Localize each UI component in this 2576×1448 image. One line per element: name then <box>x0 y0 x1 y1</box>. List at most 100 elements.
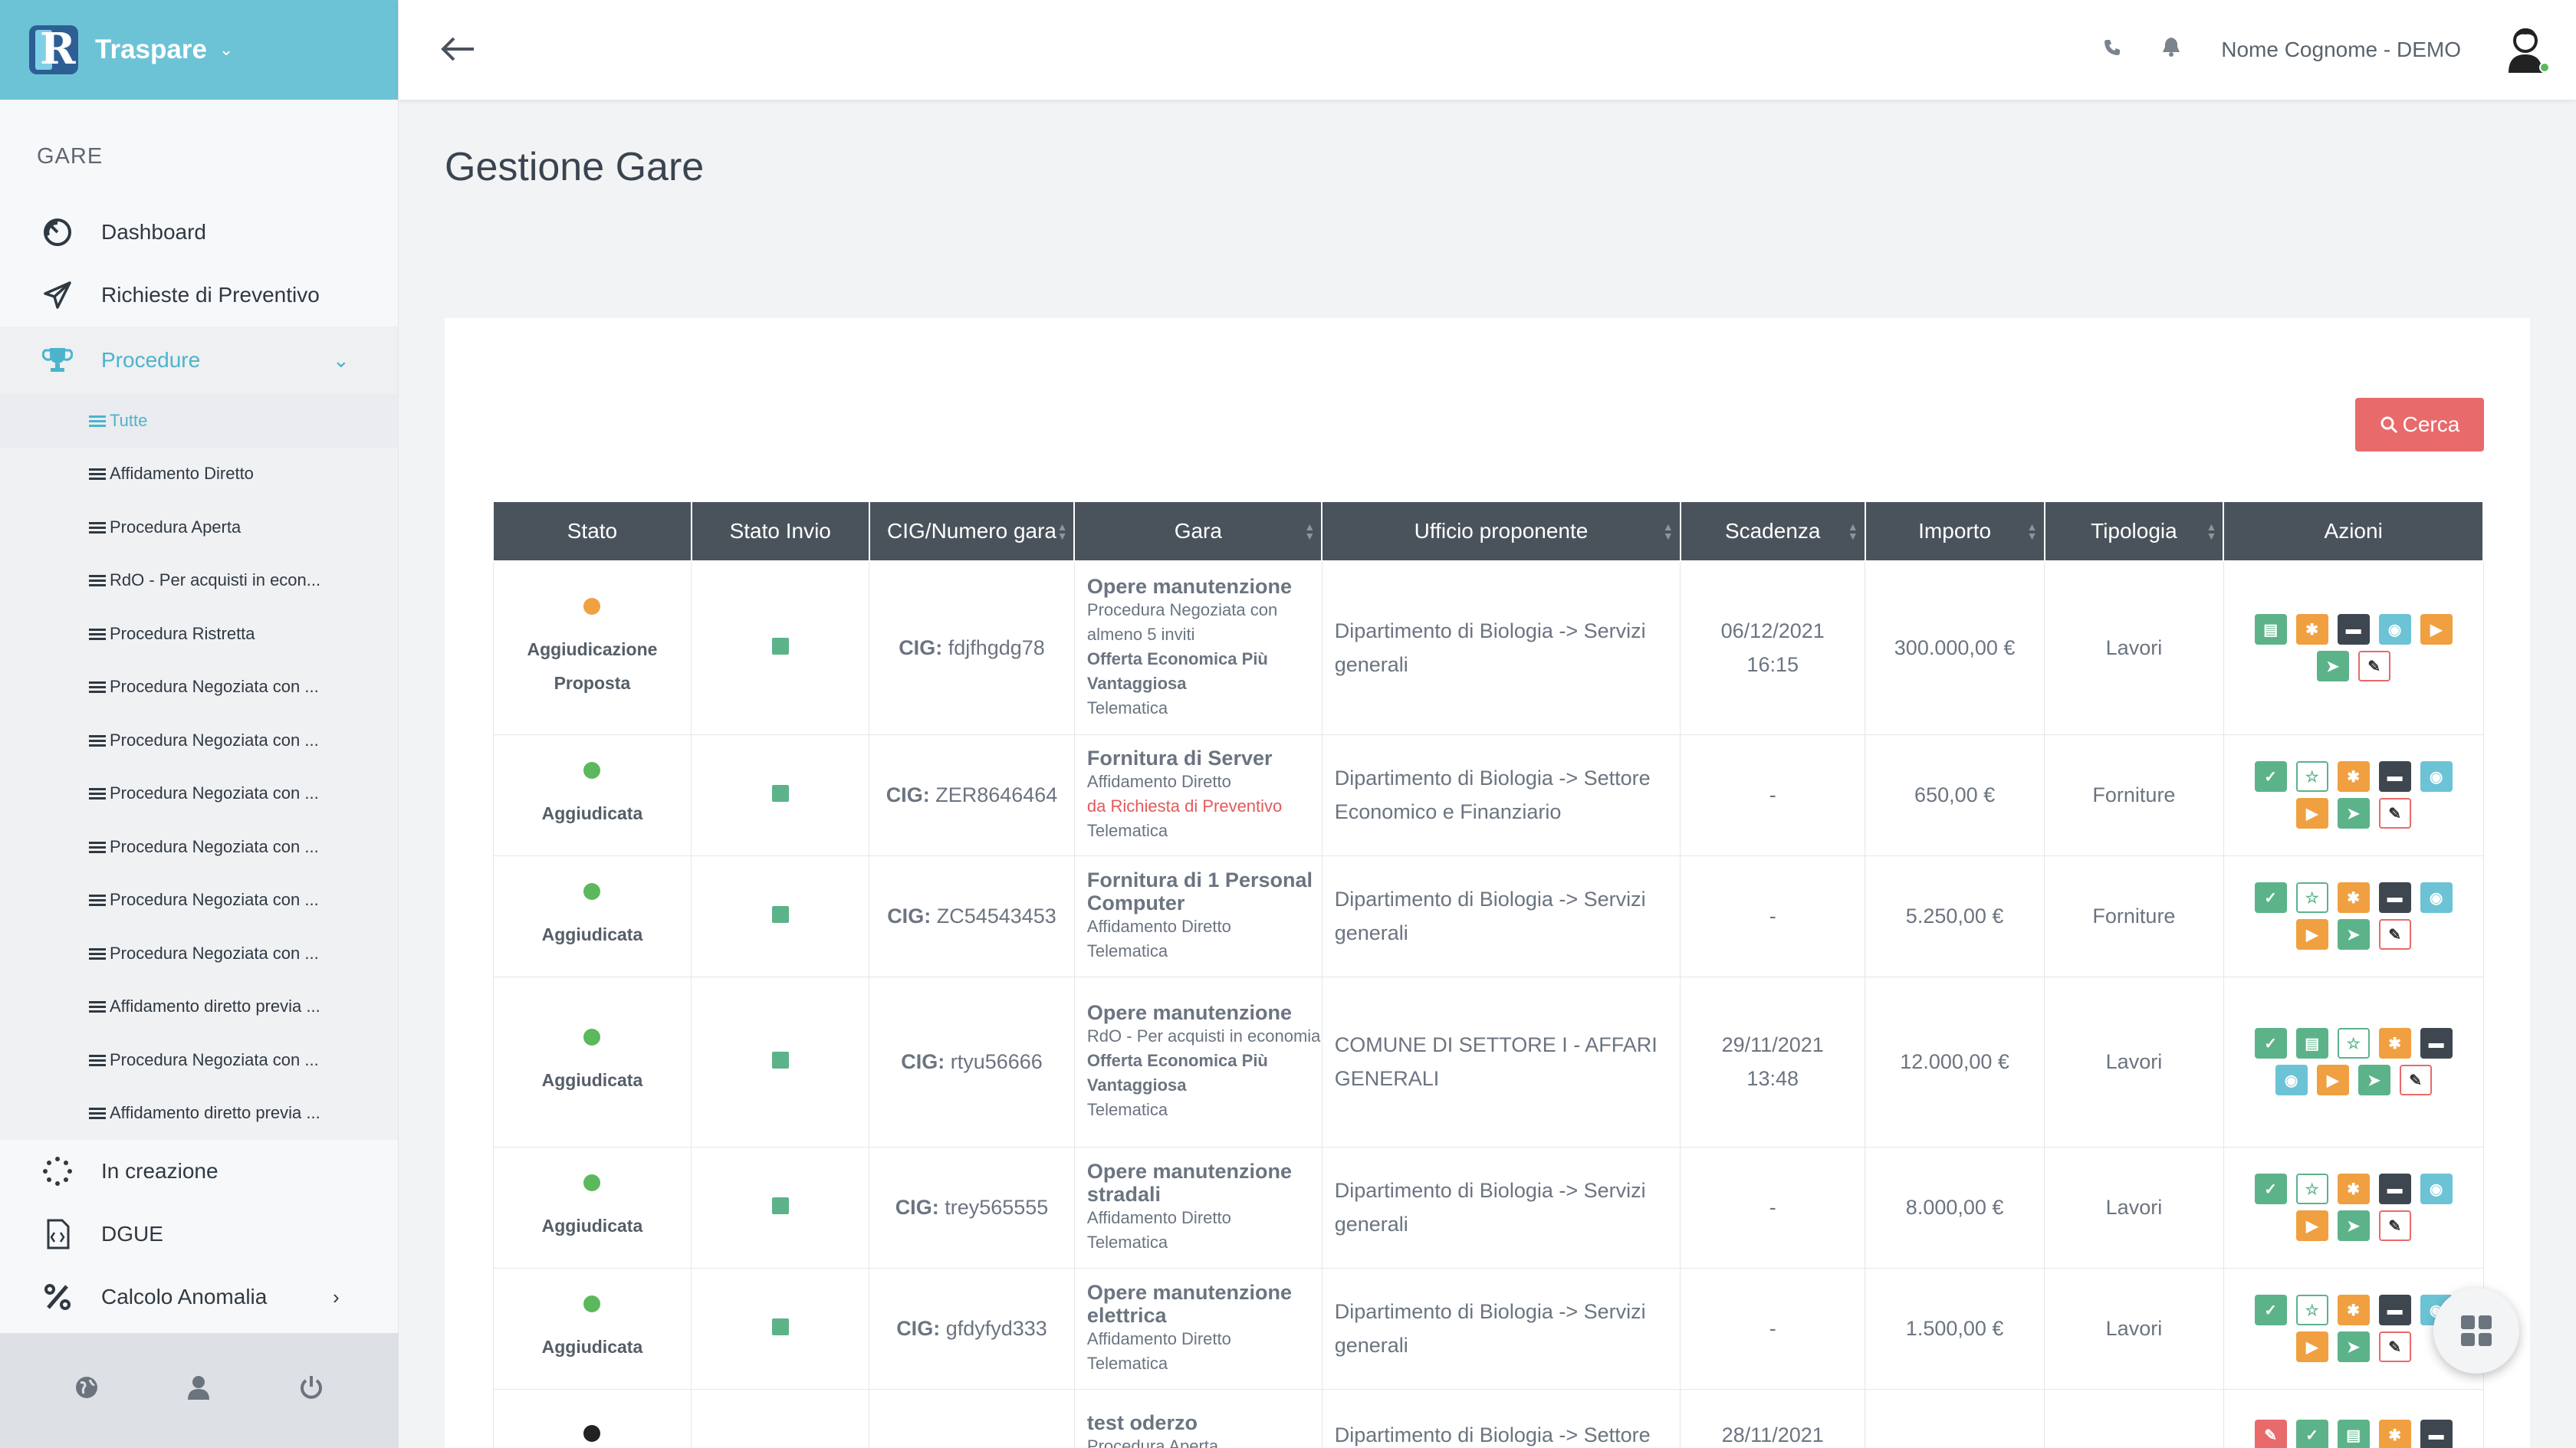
sidebar-item-richieste[interactable]: Richieste di Preventivo <box>0 264 398 327</box>
col-header-stato-invio[interactable]: Stato Invio <box>690 501 870 562</box>
action-gear-button[interactable]: ✱ <box>2337 1174 2370 1204</box>
action-play-button[interactable]: ▶ <box>2295 1210 2328 1241</box>
action-check-button[interactable]: ✓ <box>2254 761 2287 792</box>
phone-icon[interactable] <box>2103 37 2121 63</box>
col-header-ufficio[interactable]: Ufficio proponente ▲ ▼ <box>1321 501 1681 562</box>
action-folder-button[interactable]: ▬ <box>2420 1420 2453 1448</box>
user-icon[interactable] <box>187 1375 210 1407</box>
action-wrench-button[interactable]: ✎ <box>2378 1210 2411 1241</box>
action-send-button[interactable]: ➤ <box>2358 1065 2390 1095</box>
action-star-button[interactable]: ☆ <box>2295 882 2328 913</box>
gara-title[interactable]: test oderzo <box>1087 1411 1322 1434</box>
submenu-item[interactable]: Affidamento diretto previa ... <box>0 1087 398 1141</box>
action-star-button[interactable]: ☆ <box>2295 761 2328 792</box>
gara-title[interactable]: Opere manutenzione elettrica <box>1087 1281 1322 1327</box>
gara-title[interactable]: Fornitura di 1 Personal Computer <box>1087 868 1322 914</box>
action-check-button[interactable]: ✓ <box>2295 1420 2328 1448</box>
action-check-button[interactable]: ✓ <box>2254 1174 2287 1204</box>
action-edit-button[interactable]: ✎ <box>2254 1420 2287 1448</box>
action-play-button[interactable]: ▶ <box>2420 614 2453 645</box>
avatar[interactable] <box>2504 25 2550 74</box>
submenu-item[interactable]: Procedura Negoziata con ... <box>0 714 398 767</box>
action-wrench-button[interactable]: ✎ <box>2378 1331 2411 1362</box>
sidebar-item-procedure[interactable]: Procedure ⌄ <box>0 327 398 394</box>
power-icon[interactable] <box>298 1374 324 1407</box>
action-eye-button[interactable]: ◉ <box>2420 761 2453 792</box>
gara-title[interactable]: Opere manutenzione <box>1087 1001 1322 1024</box>
action-gear-button[interactable]: ✱ <box>2337 1295 2370 1325</box>
action-check-button[interactable]: ✓ <box>2254 882 2287 913</box>
user-name[interactable]: Nome Cognome - DEMO <box>2221 38 2461 62</box>
action-file-button[interactable]: ▤ <box>2254 614 2287 645</box>
action-check-button[interactable]: ✓ <box>2254 1295 2287 1325</box>
gara-title[interactable]: Opere manutenzione stradali <box>1087 1160 1322 1206</box>
action-gear-button[interactable]: ✱ <box>2378 1028 2411 1059</box>
action-folder-button[interactable]: ▬ <box>2337 614 2370 645</box>
globe-icon[interactable] <box>74 1375 99 1407</box>
submenu-item[interactable]: Procedura Ristretta <box>0 607 398 661</box>
action-check-button[interactable]: ✓ <box>2254 1028 2287 1059</box>
action-folder-button[interactable]: ▬ <box>2378 882 2411 913</box>
action-gear-button[interactable]: ✱ <box>2337 761 2370 792</box>
action-folder-button[interactable]: ▬ <box>2378 761 2411 792</box>
col-header-gara[interactable]: Gara ▲ ▼ <box>1073 501 1323 562</box>
action-play-button[interactable]: ▶ <box>2295 798 2328 829</box>
action-star-button[interactable]: ☆ <box>2295 1174 2328 1204</box>
sidebar-item-dashboard[interactable]: Dashboard <box>0 201 398 264</box>
action-wrench-button[interactable]: ✎ <box>2358 651 2390 682</box>
submenu-item[interactable]: RdO - Per acquisti in econ... <box>0 554 398 608</box>
action-file-button[interactable]: ▤ <box>2337 1420 2370 1448</box>
action-send-button[interactable]: ➤ <box>2337 798 2370 829</box>
action-send-button[interactable]: ➤ <box>2337 1331 2370 1362</box>
action-gear-button[interactable]: ✱ <box>2295 614 2328 645</box>
col-header-cig[interactable]: CIG/Numero gara ▲ ▼ <box>868 501 1076 562</box>
submenu-item[interactable]: Procedura Aperta <box>0 501 398 554</box>
submenu-item[interactable]: Procedura Negoziata con ... <box>0 927 398 980</box>
submenu-item[interactable]: Procedura Negoziata con ... <box>0 1033 398 1087</box>
action-eye-button[interactable]: ◉ <box>2275 1065 2308 1095</box>
action-play-button[interactable]: ▶ <box>2316 1065 2349 1095</box>
submenu-item[interactable]: Affidamento diretto previa ... <box>0 980 398 1034</box>
action-eye-button[interactable]: ◉ <box>2420 1174 2453 1204</box>
submenu-item-tutte[interactable]: Tutte <box>0 394 398 448</box>
action-gear-button[interactable]: ✱ <box>2337 882 2370 913</box>
action-folder-button[interactable]: ▬ <box>2378 1295 2411 1325</box>
sidebar-item-dgue[interactable]: DGUE <box>0 1203 398 1266</box>
sidebar-item-in-creazione[interactable]: In creazione <box>0 1140 398 1203</box>
action-send-button[interactable]: ➤ <box>2337 919 2370 950</box>
col-header-tipologia[interactable]: Tipologia ▲ ▼ <box>2043 501 2225 562</box>
action-gear-button[interactable]: ✱ <box>2378 1420 2411 1448</box>
gara-title[interactable]: Opere manutenzione <box>1087 575 1322 598</box>
apps-fab-button[interactable] <box>2433 1288 2519 1374</box>
action-wrench-button[interactable]: ✎ <box>2378 798 2411 829</box>
action-folder-button[interactable]: ▬ <box>2378 1174 2411 1204</box>
submenu-item[interactable]: Procedura Negoziata con ... <box>0 767 398 821</box>
action-wrench-button[interactable]: ✎ <box>2378 919 2411 950</box>
col-header-scadenza[interactable]: Scadenza ▲ ▼ <box>1679 501 1866 562</box>
action-eye-button[interactable]: ◉ <box>2420 882 2453 913</box>
gara-title[interactable]: Fornitura di Server <box>1087 747 1322 770</box>
action-wrench-button[interactable]: ✎ <box>2399 1065 2432 1095</box>
action-send-button[interactable]: ➤ <box>2337 1210 2370 1241</box>
action-send-button[interactable]: ➤ <box>2316 651 2349 682</box>
bell-icon[interactable] <box>2161 36 2181 64</box>
action-star-button[interactable]: ☆ <box>2337 1028 2370 1059</box>
submenu-item[interactable]: Affidamento Diretto <box>0 448 398 501</box>
action-star-button[interactable]: ☆ <box>2295 1295 2328 1325</box>
action-file-button[interactable]: ▤ <box>2295 1028 2328 1059</box>
chevron-down-icon: ⌄ <box>333 348 350 372</box>
action-eye-button[interactable]: ◉ <box>2378 614 2411 645</box>
search-button[interactable]: Cerca <box>2355 398 2484 451</box>
back-arrow-icon[interactable] <box>440 29 475 71</box>
brand-switcher[interactable]: R Traspare ⌄ <box>0 0 398 100</box>
sidebar-item-calcolo-anomalia[interactable]: Calcolo Anomalia › <box>0 1266 398 1328</box>
col-header-importo[interactable]: Importo ▲ ▼ <box>1864 501 2045 562</box>
submenu-item[interactable]: Procedura Negoziata con ... <box>0 661 398 714</box>
action-play-button[interactable]: ▶ <box>2295 919 2328 950</box>
action-folder-button[interactable]: ▬ <box>2420 1028 2453 1059</box>
submenu-item[interactable]: Procedura Negoziata con ... <box>0 820 398 874</box>
action-play-button[interactable]: ▶ <box>2295 1331 2328 1362</box>
col-header-stato[interactable]: Stato <box>492 501 692 562</box>
eye-icon: ◉ <box>2387 621 2402 639</box>
submenu-item[interactable]: Procedura Negoziata con ... <box>0 874 398 928</box>
